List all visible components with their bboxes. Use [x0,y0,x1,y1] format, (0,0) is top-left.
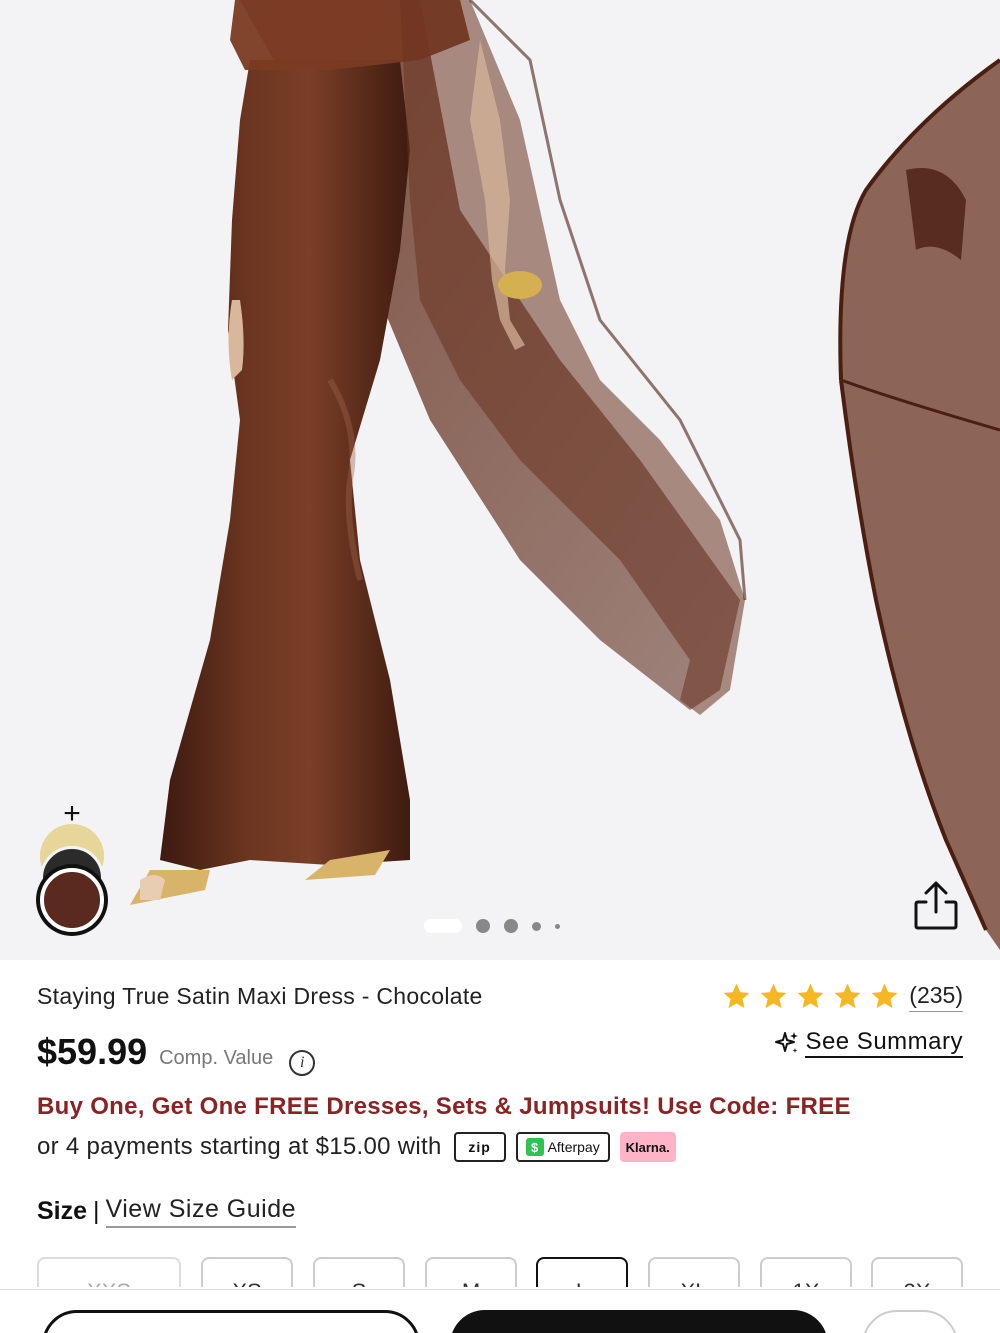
secondary-action-button[interactable] [42,1310,420,1333]
star-icon [871,983,898,1009]
size-label: Size [37,1197,88,1225]
zip-badge[interactable]: zip [453,1132,506,1162]
size-separator: | [93,1197,100,1225]
size-option-1x[interactable]: 1X [760,1257,852,1287]
size-header: Size | View Size Guide [37,1195,297,1228]
size-guide-link[interactable]: View Size Guide [105,1195,297,1228]
carousel-dot[interactable] [532,921,541,931]
size-option-s[interactable]: S [313,1257,405,1287]
installment-payments: or 4 payments starting at $15.00 with zi… [37,1132,676,1162]
size-option-m[interactable]: M [425,1257,517,1287]
product-image-main[interactable]: + [0,0,833,960]
star-icon [834,983,861,1009]
see-summary-link[interactable]: See Summary [805,1028,963,1058]
add-to-bag-button[interactable] [450,1310,828,1333]
afterpay-logo-icon: $ [525,1138,544,1156]
product-image-gallery[interactable]: + [0,0,1000,960]
size-options: XXS XS S M L XL 1X 2X [37,1257,963,1287]
rating-stars [720,981,901,1012]
afterpay-badge[interactable]: $ Afterpay [515,1132,610,1162]
sticky-action-bar [0,1289,1000,1333]
size-option-label: XXS [87,1279,131,1287]
info-icon[interactable]: i [289,1050,316,1076]
color-swatches: + [36,799,110,945]
product-rating[interactable]: (235) [720,981,963,1012]
payments-text: or 4 payments starting at $15.00 with [37,1133,442,1160]
carousel-pagination [424,916,560,936]
size-option-xs[interactable]: XS [201,1257,293,1287]
size-option-label: 2X [904,1279,931,1287]
promo-banner[interactable]: Buy One, Get One FREE Dresses, Sets & Ju… [37,1093,851,1121]
add-swatch-button[interactable]: + [57,799,87,830]
carousel-dot[interactable] [504,919,518,933]
review-count-link[interactable]: (235) [909,982,963,1012]
afterpay-label: Afterpay [547,1139,600,1155]
carousel-dot[interactable] [476,919,490,933]
see-summary[interactable]: See Summary [773,1028,963,1058]
size-option-2x[interactable]: 2X [871,1257,963,1287]
size-option-label: L [576,1279,588,1287]
dress-illustration [130,0,747,905]
product-image-next[interactable] [836,0,1000,960]
carousel-dot[interactable] [555,923,560,929]
comp-value-label: Comp. Value [159,1047,274,1069]
size-option-label: M [462,1279,480,1287]
cape-detail-illustration [838,58,1000,950]
price-row: $59.99 Comp. Value i [37,1031,316,1076]
size-option-l[interactable]: L [536,1257,628,1287]
share-icon[interactable] [906,876,966,936]
size-option-label: XS [232,1279,261,1287]
carousel-dot-active[interactable] [424,919,462,933]
size-option-xxs[interactable]: XXS [37,1257,181,1287]
product-price: $59.99 [37,1031,148,1072]
klarna-badge[interactable]: Klarna. [619,1132,676,1162]
swatch-chocolate[interactable] [40,868,104,932]
size-option-label: XL [681,1279,708,1287]
product-title: Staying True Satin Maxi Dress - Chocolat… [37,983,483,1009]
sparkle-icon [775,1032,799,1053]
size-option-label: 1X [793,1279,820,1287]
star-icon [797,983,824,1009]
size-option-xl[interactable]: XL [648,1257,740,1287]
star-icon [760,983,787,1009]
size-option-label: S [352,1279,367,1287]
wishlist-button[interactable] [862,1310,958,1333]
star-icon [723,983,750,1009]
